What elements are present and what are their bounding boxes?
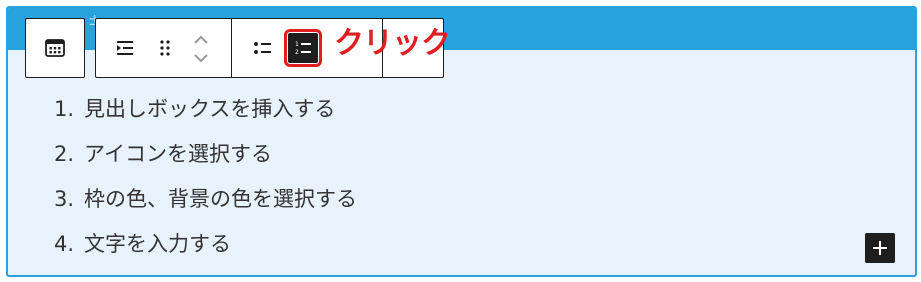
unordered-list-button[interactable] — [247, 33, 277, 63]
block-type-toolbar — [25, 18, 85, 78]
editor-canvas: ± 1.見出しボックスを挿入する 2.アイコンを選択する 3.枠の色、背景の色を… — [0, 0, 921, 282]
list-item-text[interactable]: 文字を入力する — [84, 232, 231, 256]
drag-handle-icon — [160, 40, 170, 56]
list-item[interactable]: 1. 見出しボックスを挿入する — [54, 94, 357, 139]
list-item[interactable]: 2. アイコンを選択する — [54, 139, 357, 184]
ordered-list[interactable]: 1. 見出しボックスを挿入する 2. アイコンを選択する 3. 枠の色、背景の色を選択… — [54, 94, 357, 274]
calendar-block-icon — [45, 39, 65, 57]
plus-icon — [873, 241, 887, 255]
list-item-number: 2. — [54, 142, 75, 166]
toolbar-divider — [231, 19, 232, 77]
svg-text:1: 1 — [295, 41, 299, 48]
list-indent-icon — [117, 41, 133, 55]
move-up-button[interactable] — [190, 31, 212, 47]
list-item[interactable]: 3. 枠の色、背景の色を選択する — [54, 184, 357, 229]
list-item-text[interactable]: アイコンを選択する — [84, 142, 272, 166]
numbered-list-icon: 1 2 — [295, 41, 311, 56]
add-block-button[interactable] — [865, 233, 895, 263]
chevron-up-icon — [194, 35, 208, 44]
list-item-text[interactable]: 枠の色、背景の色を選択する — [84, 187, 357, 211]
drag-handle[interactable] — [150, 33, 180, 63]
list-item[interactable]: 4. 文字を入力する — [54, 229, 357, 274]
list-indent-button[interactable] — [110, 33, 140, 63]
list-item-number: 4. — [54, 232, 75, 256]
svg-text:2: 2 — [295, 49, 299, 56]
click-annotation: クリック — [334, 26, 451, 61]
block-type-button[interactable] — [40, 33, 70, 63]
ordered-list-button[interactable]: 1 2 — [284, 29, 322, 67]
list-item-number: 1. — [54, 97, 75, 121]
list-item-text[interactable]: 見出しボックスを挿入する — [84, 97, 335, 121]
list-item-number: 3. — [54, 187, 75, 211]
block-mover — [190, 31, 212, 67]
bulleted-list-icon — [254, 42, 271, 54]
move-down-button[interactable] — [190, 51, 212, 67]
chevron-down-icon — [194, 54, 208, 63]
